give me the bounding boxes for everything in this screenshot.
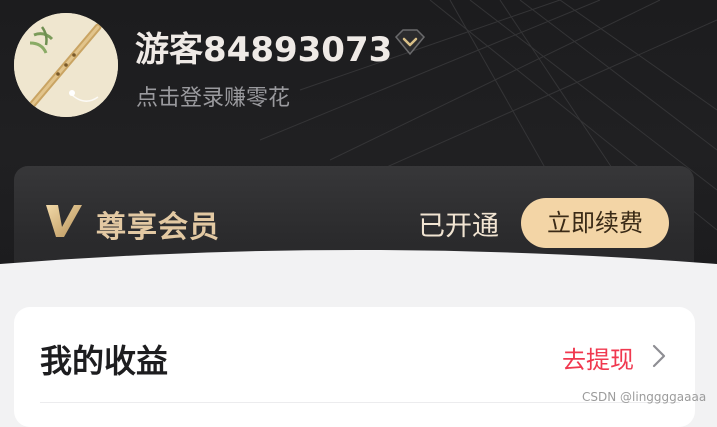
login-prompt[interactable]: 点击登录赚零花 bbox=[136, 80, 290, 112]
earnings-title: 我的收益 bbox=[40, 342, 169, 380]
renew-button[interactable]: 立即续费 bbox=[521, 198, 669, 248]
earnings-card: 我的收益 去提现 bbox=[14, 307, 695, 427]
vip-status: 已开通 bbox=[418, 211, 499, 242]
vip-title: 尊享会员 bbox=[96, 210, 220, 245]
username[interactable]: 游客84893073 bbox=[135, 22, 392, 71]
avatar[interactable] bbox=[14, 13, 118, 117]
v-logo-icon bbox=[46, 205, 82, 237]
diamond-icon[interactable] bbox=[393, 27, 427, 57]
bamboo-flute-icon bbox=[14, 13, 118, 117]
withdraw-link[interactable]: 去提现 bbox=[562, 340, 634, 375]
chevron-right-icon[interactable] bbox=[651, 343, 667, 369]
watermark: CSDN @linggggaaaa bbox=[582, 390, 707, 404]
